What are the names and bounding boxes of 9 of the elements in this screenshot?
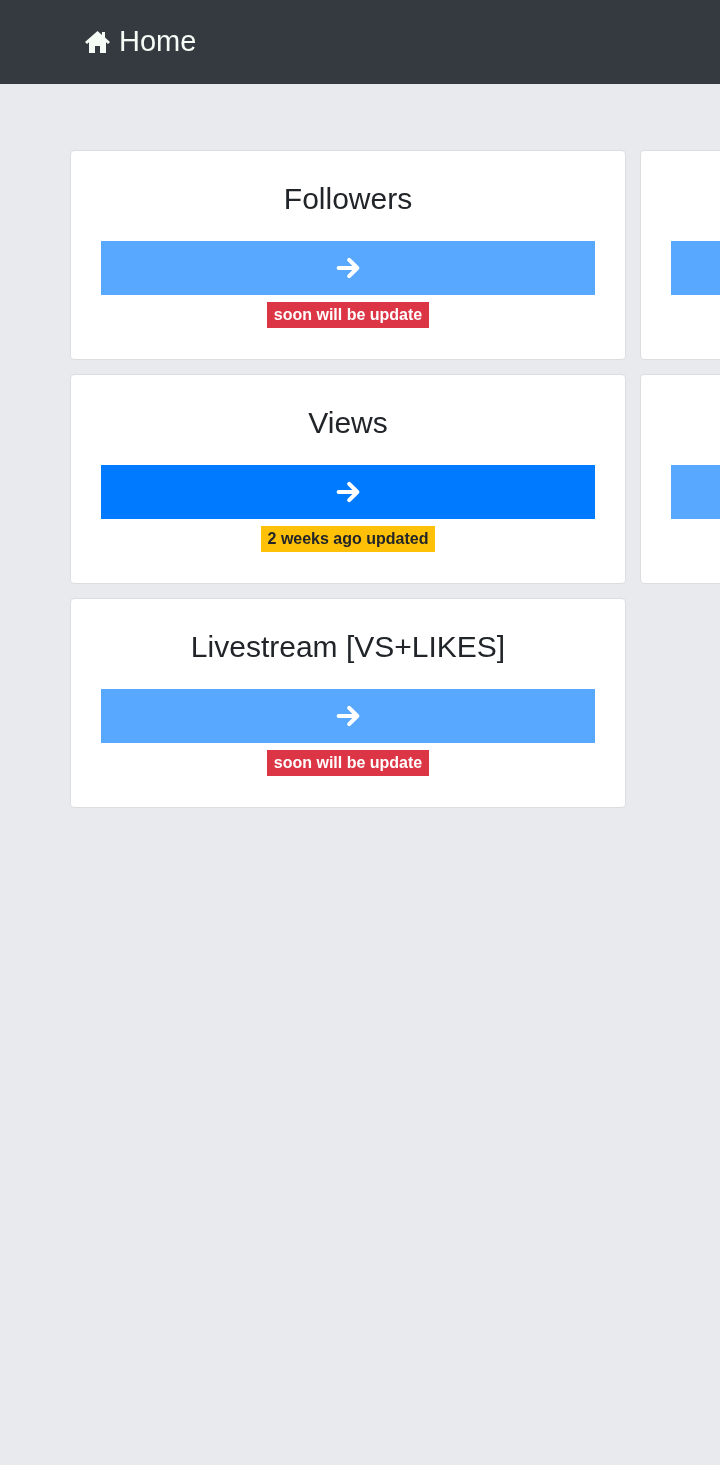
status-badge: soon will be update — [266, 302, 430, 328]
go-button[interactable] — [101, 465, 595, 519]
card-title: Livestream [VS+LIKES] — [190, 632, 506, 662]
card-title: Views — [308, 408, 388, 438]
card-title: Followers — [283, 184, 413, 214]
home-link[interactable]: Home — [119, 20, 197, 64]
status-badge: 2 weeks ago updated — [260, 526, 436, 552]
home-icon — [84, 30, 111, 54]
status-badge: soon will be update — [266, 750, 430, 776]
